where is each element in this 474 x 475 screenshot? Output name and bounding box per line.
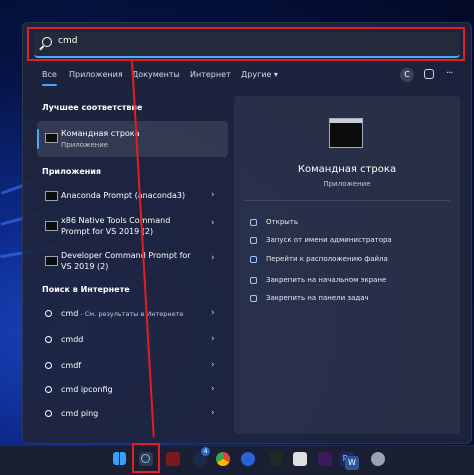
- action-label: Закрепить на панели задач: [266, 294, 369, 302]
- tab-documents[interactable]: Документы: [132, 70, 180, 79]
- share-icon[interactable]: [424, 69, 434, 79]
- tab-internet[interactable]: Интернет: [190, 70, 231, 79]
- divider: [244, 200, 450, 201]
- action-label: Закрепить на начальном экране: [266, 276, 387, 284]
- annotation-box-taskbar-search: [132, 443, 160, 473]
- steam-icon[interactable]: 4: [193, 447, 210, 466]
- chevron-right-icon[interactable]: ›: [211, 334, 215, 344]
- web-term-text: cmd ping: [61, 409, 99, 418]
- tab-apps[interactable]: Приложения: [69, 70, 123, 79]
- vs-dev-prompt-icon: [45, 256, 58, 266]
- search-icon: [45, 386, 52, 393]
- action-label: Перейти к расположению файла: [266, 255, 388, 263]
- word-icon[interactable]: W: [345, 456, 359, 470]
- chevron-right-icon[interactable]: ›: [211, 360, 215, 370]
- annotation-box-search: [27, 27, 465, 61]
- vs-tools-prompt-icon: [45, 221, 58, 231]
- pin-icon: [250, 295, 257, 302]
- apps-heading: Приложения: [42, 167, 102, 176]
- command-prompt-icon: [45, 133, 58, 143]
- chevron-right-icon[interactable]: ›: [211, 308, 215, 318]
- web-term-text: cmd ipconfig: [61, 385, 113, 394]
- web-term-hint: - См. результаты в Интернете: [78, 310, 184, 318]
- search-icon: [45, 336, 52, 343]
- search-icon: [45, 410, 52, 417]
- red-app-icon[interactable]: [166, 452, 180, 466]
- web-term: cmd - См. результаты в Интернете: [61, 308, 183, 320]
- action-label: Запуск от имени администратора: [266, 236, 392, 244]
- app-icon-blue[interactable]: [241, 452, 255, 466]
- windows-start-icon[interactable]: [113, 452, 126, 465]
- more-options-icon[interactable]: ···: [446, 68, 453, 79]
- avatar[interactable]: C: [400, 68, 414, 82]
- chevron-right-icon[interactable]: ›: [211, 384, 215, 394]
- app-label: Anaconda Prompt (anaconda3): [61, 191, 186, 200]
- best-match-heading: Лучшее соответствие: [42, 103, 143, 112]
- web-term-text: cmdd: [61, 335, 84, 344]
- open-icon: [250, 219, 257, 226]
- best-match-subtitle: Приложение: [61, 141, 109, 149]
- search-icon: [45, 310, 52, 317]
- anaconda-prompt-icon: [45, 191, 58, 201]
- chevron-right-icon[interactable]: ›: [211, 408, 215, 418]
- app-label: x86 Native Tools Command: [61, 216, 171, 225]
- settings-gear-icon[interactable]: [371, 452, 385, 466]
- folder-icon: [250, 256, 257, 263]
- app-icon-green[interactable]: [269, 452, 283, 466]
- app-label: Developer Command Prompt for: [61, 251, 191, 260]
- pin-icon: [250, 277, 257, 284]
- notification-badge: 4: [201, 447, 210, 456]
- best-match-item[interactable]: [37, 121, 228, 157]
- tab-more[interactable]: Другие ▾: [241, 70, 278, 79]
- preview-title: Командная строка: [297, 164, 397, 175]
- chevron-right-icon[interactable]: ›: [211, 190, 215, 200]
- search-icon: [45, 362, 52, 369]
- chevron-right-icon[interactable]: ›: [211, 253, 215, 263]
- chevron-right-icon[interactable]: ›: [211, 218, 215, 228]
- preview-subtitle: Приложение: [323, 180, 371, 188]
- best-match-title: Командная строка: [61, 129, 140, 138]
- app-icon-white-red[interactable]: [293, 452, 307, 466]
- shield-icon: [250, 237, 257, 244]
- taskbar: [0, 445, 474, 475]
- app-icon-purple[interactable]: [318, 452, 332, 466]
- app-label-line2: Prompt for VS 2019 (2): [61, 227, 154, 236]
- web-term-text: cmdf: [61, 361, 82, 370]
- tab-all[interactable]: Все: [42, 70, 57, 86]
- chrome-icon[interactable]: [216, 452, 230, 466]
- action-label: Открыть: [266, 218, 298, 226]
- command-prompt-large-icon: [329, 118, 363, 148]
- app-label-line2: VS 2019 (2): [61, 262, 109, 271]
- web-term-text: cmd: [61, 309, 79, 318]
- web-search-heading: Поиск в Интернете: [42, 285, 130, 294]
